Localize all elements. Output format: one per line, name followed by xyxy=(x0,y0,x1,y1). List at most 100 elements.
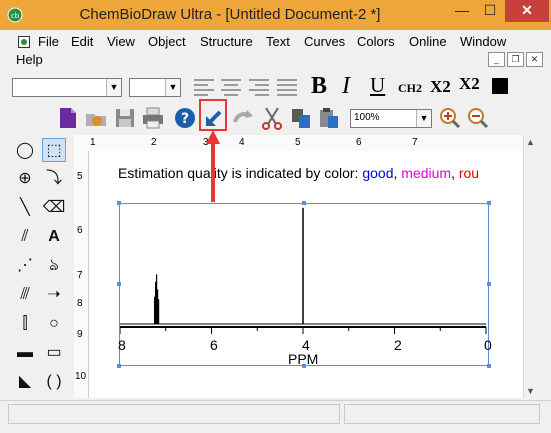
caption-prefix: Estimation quality is indicated by color… xyxy=(118,165,363,181)
selection-handle[interactable] xyxy=(117,282,121,286)
zoom-out-icon[interactable] xyxy=(466,106,490,130)
document-menu-icon[interactable] xyxy=(18,36,30,48)
color-swatch[interactable] xyxy=(492,78,508,94)
mdi-minimize-button[interactable]: _ xyxy=(488,52,505,67)
x-tick-label: 0 xyxy=(484,337,492,353)
drawing-elements-icon[interactable]: ▭ xyxy=(42,341,66,365)
menu-view[interactable]: View xyxy=(107,34,135,49)
zoom-select[interactable]: 100% ▼ xyxy=(350,109,432,128)
align-justify-icon[interactable] xyxy=(277,78,297,96)
menu-help[interactable]: Help xyxy=(16,52,43,67)
cut-icon[interactable] xyxy=(260,106,284,130)
maximize-button[interactable]: ☐ xyxy=(477,0,503,22)
x-tick-label: 6 xyxy=(210,337,218,353)
ruler-label: 1 xyxy=(90,137,96,148)
chevron-down-icon: ▼ xyxy=(165,79,180,96)
align-right-icon[interactable] xyxy=(249,78,269,96)
align-left-icon[interactable] xyxy=(194,78,214,96)
font-family-select[interactable]: ▼ xyxy=(12,78,122,97)
formula-button[interactable]: CH2 xyxy=(398,81,422,96)
mdi-restore-button[interactable]: ❐ xyxy=(507,52,524,67)
bold-button[interactable]: B xyxy=(311,73,327,100)
copy-icon[interactable] xyxy=(289,106,313,130)
arrow-tool-icon[interactable]: ➝ xyxy=(42,283,66,307)
selection-handle[interactable] xyxy=(117,364,121,368)
minimize-button[interactable]: — xyxy=(449,0,475,22)
selection-handle[interactable] xyxy=(487,282,491,286)
menu-curves[interactable]: Curves xyxy=(304,34,345,49)
selection-handle[interactable] xyxy=(487,364,491,368)
hashed-bond-icon[interactable]: ⫻ xyxy=(13,283,37,307)
undo-highlight-box xyxy=(199,99,227,131)
wedge-bond-icon[interactable]: ⫿ xyxy=(13,312,37,336)
tools-palette: ◯ ⬚ ⊕ ⤵ ╲ ⌫ ⫽ A ⋰ ঌ ⫻ ➝ ⫿ ○ ▬ ▭ ◣ ( ) xyxy=(10,136,73,398)
menu-text[interactable]: Text xyxy=(266,34,290,49)
svg-text:?: ? xyxy=(181,111,189,127)
ruler-label: 9 xyxy=(77,329,83,340)
dashed-bond-icon[interactable]: ⋰ xyxy=(13,254,37,278)
new-document-icon[interactable] xyxy=(56,106,80,130)
window-title: ChemBioDraw Ultra - [Untitled Document-2… xyxy=(79,6,381,23)
rotate-icon[interactable]: ⊕ xyxy=(13,167,37,191)
marquee-select-icon[interactable]: ⬚ xyxy=(42,138,66,162)
selection-handle[interactable] xyxy=(117,201,121,205)
underline-button[interactable]: U xyxy=(370,73,385,98)
double-bond-icon[interactable]: ⫽ xyxy=(13,225,37,249)
ruler-label: 5 xyxy=(77,171,83,182)
font-size-select[interactable]: ▼ xyxy=(129,78,181,97)
redo-icon[interactable] xyxy=(231,106,255,130)
wedged-bond-icon[interactable]: ◣ xyxy=(13,370,37,394)
pen-tool-icon[interactable]: ঌ xyxy=(42,254,66,278)
selection-handle[interactable] xyxy=(487,201,491,205)
menu-window[interactable]: Window xyxy=(460,34,506,49)
eraser-icon[interactable]: ⌫ xyxy=(42,196,66,220)
ruler-label: 7 xyxy=(412,137,418,148)
selection-handle[interactable] xyxy=(302,201,306,205)
text-tool-icon[interactable]: A xyxy=(42,225,66,249)
menu-object[interactable]: Object xyxy=(148,34,186,49)
print-icon[interactable] xyxy=(141,106,165,130)
menu-colors[interactable]: Colors xyxy=(357,34,395,49)
paste-icon[interactable] xyxy=(317,106,341,130)
scroll-up-icon[interactable]: ▲ xyxy=(526,137,535,147)
status-pane-info xyxy=(344,404,540,424)
x-tick-label: 8 xyxy=(118,337,126,353)
chain-tool-icon[interactable]: ⤵ xyxy=(42,167,66,191)
document-canvas[interactable]: Estimation quality is indicated by color… xyxy=(89,151,523,398)
open-icon[interactable] xyxy=(84,106,108,130)
caption-rough: rou xyxy=(458,165,480,181)
superscript-button[interactable]: X2 xyxy=(459,74,480,94)
orbital-tool-icon[interactable]: ○ xyxy=(42,312,66,336)
zoom-value: 100% xyxy=(354,112,380,123)
ruler-label: 10 xyxy=(75,371,87,382)
title-bar: cb ChemBioDraw Ultra - [Untitled Documen… xyxy=(0,0,551,30)
align-center-icon[interactable] xyxy=(221,78,241,96)
bold-bond-icon[interactable]: ▬ xyxy=(13,341,37,365)
horizontal-ruler: 1 2 3 4 5 6 7 xyxy=(74,135,523,152)
vertical-scrollbar[interactable]: ▲ ▼ xyxy=(523,135,541,398)
caption-medium: medium xyxy=(401,165,452,181)
ruler-label: 5 xyxy=(295,137,301,148)
estimation-caption: Estimation quality is indicated by color… xyxy=(118,165,479,181)
help-icon[interactable]: ? xyxy=(173,106,197,130)
caption-separator: , xyxy=(451,165,459,181)
ruler-label: 7 xyxy=(77,270,83,281)
mdi-close-button[interactable]: ✕ xyxy=(526,52,543,67)
caption-good: good xyxy=(362,165,394,181)
menu-online[interactable]: Online xyxy=(409,34,447,49)
lasso-icon[interactable]: ◯ xyxy=(13,139,37,163)
vertical-ruler: 5 6 7 8 9 10 xyxy=(74,151,89,398)
brackets-tool-icon[interactable]: ( ) xyxy=(42,370,66,394)
close-button[interactable]: ✕ xyxy=(505,0,549,22)
save-icon[interactable] xyxy=(113,106,137,130)
zoom-in-icon[interactable] xyxy=(438,106,462,130)
menu-structure[interactable]: Structure xyxy=(200,34,253,49)
x-tick-label: 2 xyxy=(394,337,402,353)
subscript-button[interactable]: X2 xyxy=(430,77,451,97)
menu-edit[interactable]: Edit xyxy=(71,34,93,49)
scroll-down-icon[interactable]: ▼ xyxy=(526,386,535,396)
menu-file[interactable]: File xyxy=(38,34,59,49)
single-bond-icon[interactable]: ╲ xyxy=(13,196,37,220)
italic-button[interactable]: I xyxy=(342,73,350,100)
x-axis-label: PPM xyxy=(288,351,319,367)
